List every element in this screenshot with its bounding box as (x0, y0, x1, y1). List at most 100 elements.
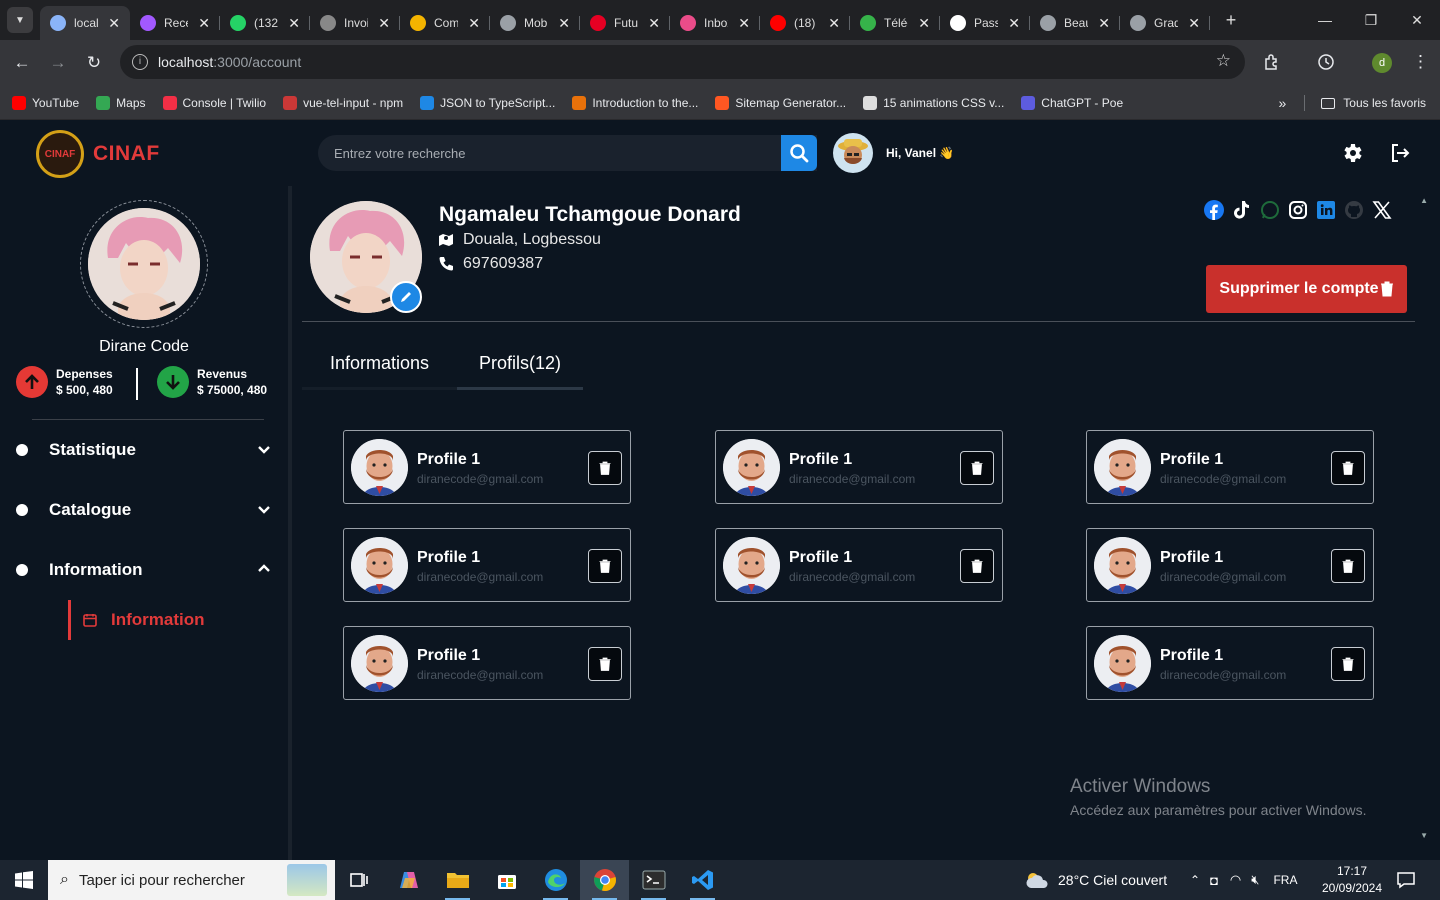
bookmark-item[interactable]: 15 animations CSS v... (863, 95, 1004, 110)
search-input[interactable] (318, 145, 778, 161)
browser-profile-avatar[interactable]: d (1372, 53, 1392, 73)
all-bookmarks-link[interactable]: Tous les favoris (1343, 96, 1426, 110)
edge-icon[interactable] (531, 860, 580, 900)
instagram-icon[interactable] (1288, 200, 1308, 220)
close-tab-icon[interactable]: ✕ (1098, 15, 1110, 32)
browser-menu-icon[interactable]: ⋮ (1412, 52, 1429, 72)
close-tab-icon[interactable]: ✕ (738, 15, 750, 32)
task-view-icon[interactable] (335, 860, 384, 900)
bookmark-item[interactable]: vue-tel-input - npm (283, 95, 403, 110)
gear-icon[interactable] (1340, 141, 1364, 165)
edit-avatar-button[interactable] (390, 281, 422, 313)
close-tab-icon[interactable]: ✕ (1188, 15, 1200, 32)
back-button[interactable]: ← (4, 53, 40, 73)
close-tab-icon[interactable]: ✕ (288, 15, 300, 32)
close-tab-icon[interactable]: ✕ (378, 15, 390, 32)
microsoft-store-icon[interactable] (482, 860, 531, 900)
bookmark-item[interactable]: ChatGPT - Poe (1021, 95, 1123, 110)
close-tab-icon[interactable]: ✕ (828, 15, 840, 32)
close-tab-icon[interactable]: ✕ (558, 15, 570, 32)
notifications-icon[interactable] (1396, 860, 1416, 900)
weather-widget[interactable]: 28°C Ciel couvert (1024, 860, 1167, 900)
address-bar[interactable]: i localhost:3000/account ☆ (120, 45, 1245, 79)
bookmark-star-icon[interactable]: ☆ (1216, 51, 1231, 71)
delete-profile-button[interactable] (588, 451, 622, 485)
start-button[interactable] (0, 860, 48, 900)
wifi-icon[interactable]: ◠ (1230, 872, 1241, 888)
browser-tab[interactable]: Beautiful ✕ (1030, 6, 1120, 40)
scroll-down-arrow-icon[interactable]: ▼ (1420, 831, 1428, 840)
vscode-icon[interactable] (678, 860, 727, 900)
bookmark-item[interactable]: JSON to TypeScript... (420, 95, 555, 110)
close-tab-icon[interactable]: ✕ (108, 15, 120, 32)
whatsapp-icon[interactable] (1260, 200, 1280, 220)
logout-icon[interactable] (1388, 141, 1412, 165)
scroll-up-arrow-icon[interactable]: ▲ (1420, 196, 1428, 205)
delete-account-button[interactable]: Supprimer le compte (1206, 265, 1407, 313)
restore-button[interactable]: ❐ (1348, 0, 1394, 40)
chevron-up-icon[interactable]: ⌃ (1190, 873, 1200, 887)
sidebar-user-avatar[interactable] (88, 208, 200, 320)
terminal-icon[interactable] (629, 860, 678, 900)
app-logo[interactable]: CINAF CINAF (36, 130, 160, 178)
delete-profile-button[interactable] (960, 451, 994, 485)
x-icon[interactable] (1372, 200, 1392, 220)
browser-tab[interactable]: Invoice ✕ (310, 6, 400, 40)
profile-card[interactable]: Profile 1 diranecode@gmail.com (343, 626, 631, 700)
tab-search-button[interactable]: ▼ (7, 7, 33, 33)
site-info-icon[interactable]: i (132, 54, 148, 70)
submenu-item-information[interactable]: Information (68, 600, 268, 640)
close-tab-icon[interactable]: ✕ (918, 15, 930, 32)
camera-icon[interactable]: ◘ (1210, 873, 1218, 888)
bookmark-item[interactable]: Introduction to the... (572, 95, 698, 110)
taskbar-clock[interactable]: 17:17 20/09/2024 (1318, 863, 1386, 897)
browser-tab[interactable]: Future ✕ (580, 6, 670, 40)
browser-tab[interactable]: Recette ✕ (130, 6, 220, 40)
browser-tab[interactable]: Mobile ✕ (490, 6, 580, 40)
close-tab-icon[interactable]: ✕ (648, 15, 660, 32)
browser-tab[interactable]: Inbox ✕ (670, 6, 760, 40)
profile-card[interactable]: Profile 1 diranecode@gmail.com (343, 430, 631, 504)
profile-card[interactable]: Profile 1 diranecode@gmail.com (715, 528, 1003, 602)
copilot-icon[interactable] (384, 860, 433, 900)
profile-card[interactable]: Profile 1 diranecode@gmail.com (1086, 430, 1374, 504)
sidebar-item-catalogue[interactable]: Catalogue (16, 495, 272, 525)
delete-profile-button[interactable] (960, 549, 994, 583)
browser-tab[interactable]: (132) ✕ (220, 6, 310, 40)
volume-muted-icon[interactable]: 🔇︎ (1251, 872, 1259, 888)
browser-tab[interactable]: Gradient ✕ (1120, 6, 1210, 40)
history-icon[interactable] (1317, 53, 1335, 71)
browser-tab[interactable]: (18) ✕ (760, 6, 850, 40)
close-window-button[interactable]: ✕ (1394, 0, 1440, 40)
close-tab-icon[interactable]: ✕ (1008, 15, 1020, 32)
tiktok-icon[interactable] (1232, 200, 1252, 220)
search-button[interactable] (781, 135, 817, 171)
bookmark-item[interactable]: Console | Twilio (162, 95, 266, 110)
profile-card[interactable]: Profile 1 diranecode@gmail.com (1086, 626, 1374, 700)
extensions-icon[interactable] (1263, 53, 1281, 71)
profile-card[interactable]: Profile 1 diranecode@gmail.com (1086, 528, 1374, 602)
browser-tab[interactable]: Comptes ✕ (400, 6, 490, 40)
tab-informations[interactable]: Informations (302, 336, 457, 390)
delete-profile-button[interactable] (1331, 647, 1365, 681)
forward-button[interactable]: → (40, 53, 76, 73)
delete-profile-button[interactable] (1331, 549, 1365, 583)
taskbar-search-box[interactable]: ⌕ Taper ici pour rechercher (48, 860, 335, 900)
language-indicator[interactable]: FRA (1273, 873, 1297, 887)
sidebar-item-statistique[interactable]: Statistique (16, 435, 272, 465)
minimize-button[interactable]: — (1302, 0, 1348, 40)
github-icon[interactable] (1344, 200, 1364, 220)
delete-profile-button[interactable] (588, 549, 622, 583)
header-user-avatar[interactable] (833, 133, 873, 173)
browser-tab[interactable]: Password ✕ (940, 6, 1030, 40)
reload-button[interactable]: ↻ (76, 53, 112, 73)
profile-card[interactable]: Profile 1 diranecode@gmail.com (343, 528, 631, 602)
profile-card[interactable]: Profile 1 diranecode@gmail.com (715, 430, 1003, 504)
bookmark-item[interactable]: Sitemap Generator... (715, 95, 846, 110)
bookmark-item[interactable]: YouTube (12, 95, 79, 110)
bookmark-item[interactable]: Maps (96, 95, 146, 110)
browser-tab[interactable]: Télécharger ✕ (850, 6, 940, 40)
browser-tab[interactable]: localhost ✕ (40, 6, 130, 40)
close-tab-icon[interactable]: ✕ (198, 15, 210, 32)
delete-profile-button[interactable] (588, 647, 622, 681)
